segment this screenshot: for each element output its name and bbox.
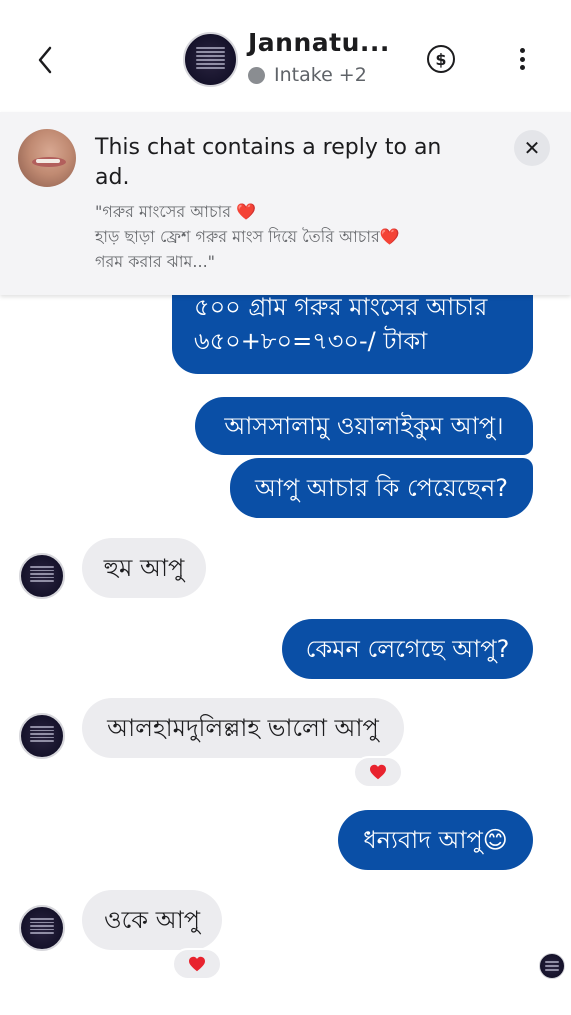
outgoing-message[interactable]: ধন্যবাদ আপু😊 — [338, 810, 533, 870]
heart-icon — [189, 956, 205, 972]
close-banner-button[interactable]: ✕ — [514, 130, 550, 166]
payment-button[interactable]: $ — [427, 45, 455, 73]
contact-status: Intake +2 — [248, 64, 367, 86]
ad-snippet-line: গরম করার ঝাম..." — [95, 252, 216, 271]
message-text: আলহামদুলিল্লাহ ভালো আপু — [107, 714, 379, 742]
back-button[interactable] — [28, 40, 62, 80]
incoming-message[interactable]: ওকে আপু — [82, 890, 222, 950]
message-text: আসসালামু ওয়ালাইকুম আপু। — [224, 412, 504, 440]
read-receipt-avatar — [539, 953, 565, 979]
sender-avatar[interactable] — [19, 905, 65, 951]
message-text: কেমন লেগেছে আপু? — [305, 635, 510, 663]
message-text: হুম আপু — [103, 554, 185, 582]
message-reaction[interactable] — [353, 756, 403, 788]
chat-header: Jannatu... Intake +2 $ — [0, 0, 571, 112]
avatar-image — [545, 959, 559, 972]
more-options-button[interactable] — [512, 44, 532, 74]
sender-avatar[interactable] — [19, 713, 65, 759]
ad-snippet-line: হাড় ছাড়া ফ্রেশ গরুর মাংস দিয়ে তৈরি আচ… — [95, 227, 400, 246]
message-text: আপু আচার কি পেয়েছেন? — [255, 474, 508, 502]
dollar-circle-icon: $ — [435, 49, 447, 69]
incoming-message[interactable]: আলহামদুলিল্লাহ ভালো আপু — [82, 698, 404, 758]
message-text: ৫০০ গ্রাম গরুর মাংসের আচার — [194, 293, 488, 321]
avatar-image — [30, 724, 54, 748]
ad-banner-title: This chat contains a reply to an ad. — [95, 135, 442, 190]
chevron-left-icon — [38, 46, 52, 74]
heart-icon — [370, 764, 386, 780]
outgoing-message[interactable]: কেমন লেগেছে আপু? — [282, 619, 533, 679]
more-vertical-icon — [519, 48, 525, 53]
ad-thumbnail[interactable] — [18, 129, 76, 187]
status-dot-icon — [248, 66, 265, 84]
contact-avatar[interactable] — [183, 32, 238, 87]
message-text: ধন্যবাদ আপু😊 — [363, 826, 508, 854]
contact-status-text: Intake +2 — [274, 64, 367, 86]
outgoing-message[interactable]: আপু আচার কি পেয়েছেন? — [230, 458, 533, 518]
message-reaction[interactable] — [172, 948, 222, 980]
contact-name[interactable]: Jannatu... — [248, 28, 390, 57]
ad-reply-banner: This chat contains a reply to an ad. "গর… — [0, 112, 571, 295]
ad-snippet-line: "গরুর মাংসের আচার ❤️ — [95, 202, 257, 221]
avatar-image — [30, 916, 54, 940]
message-text: ওকে আপু — [103, 906, 200, 934]
chat-screen: Jannatu... Intake +2 $ This chat contain… — [0, 0, 571, 1015]
outgoing-message[interactable]: আসসালামু ওয়ালাইকুম আপু। — [195, 397, 533, 455]
sender-avatar[interactable] — [19, 553, 65, 599]
close-icon: ✕ — [523, 136, 541, 160]
avatar-image — [196, 45, 225, 74]
incoming-message[interactable]: হুম আপু — [82, 538, 206, 598]
ad-snippet[interactable]: "গরুর মাংসের আচার ❤️ হাড় ছাড়া ফ্রেশ গর… — [95, 199, 495, 274]
message-text: ৬৫০+৮০=৭৩০-/ টাকা — [194, 327, 428, 355]
avatar-image — [30, 564, 54, 588]
